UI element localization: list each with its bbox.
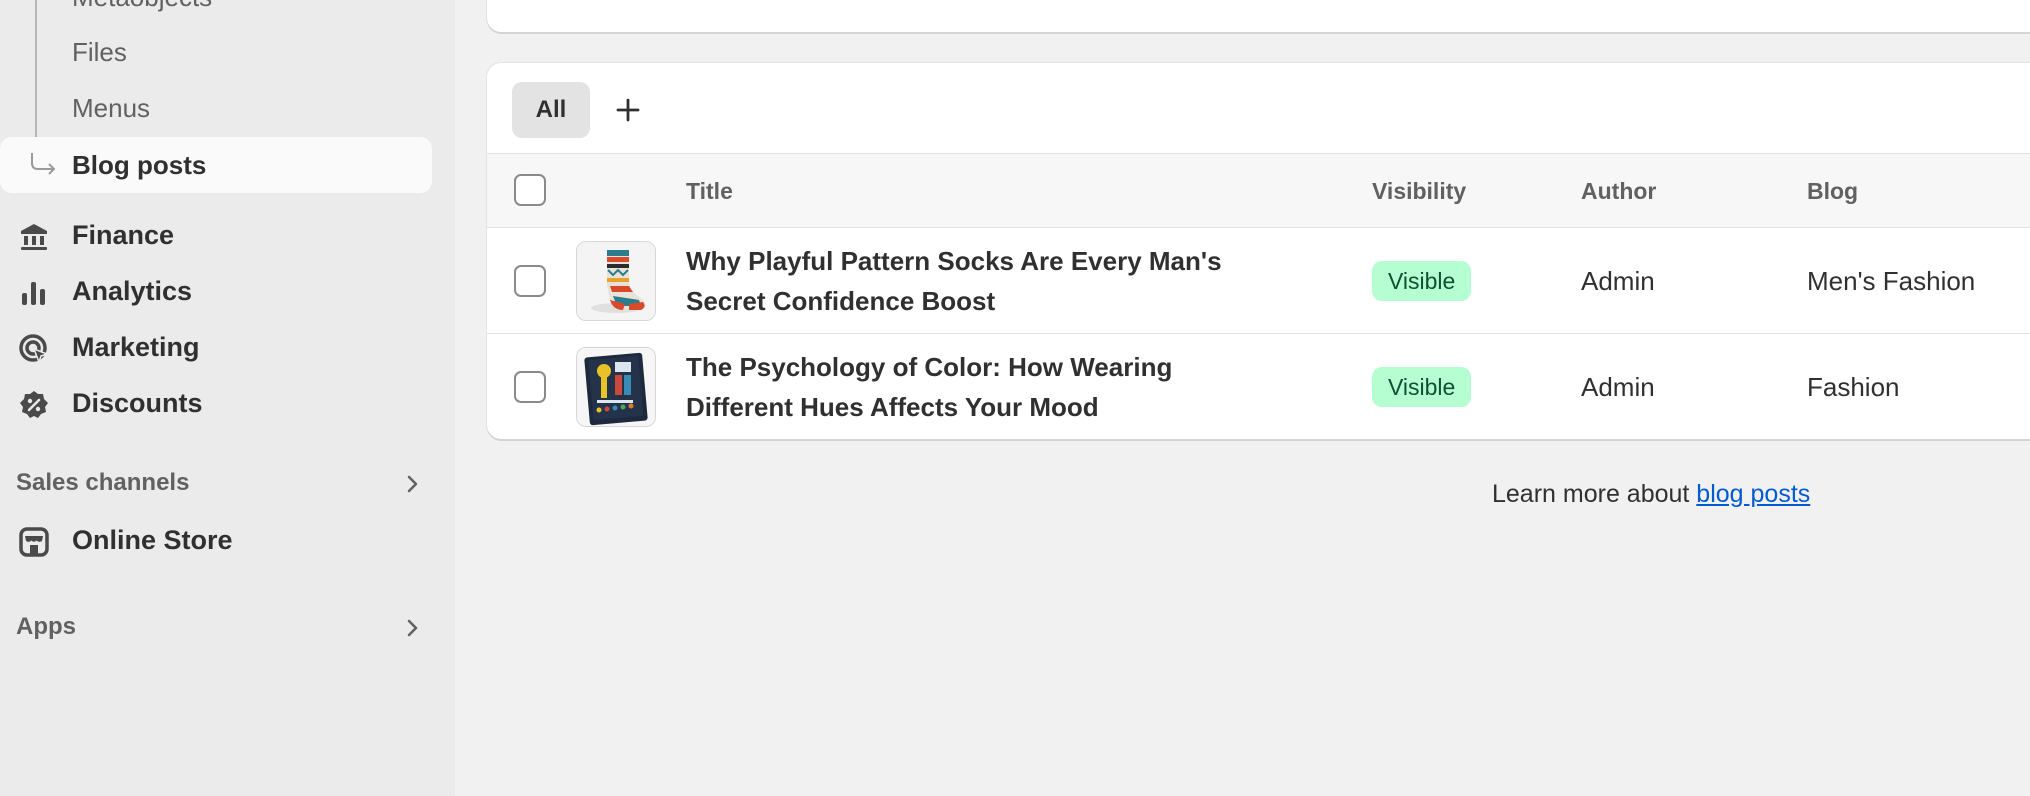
sidebar-item-finance[interactable]: Finance — [0, 209, 432, 261]
sidebar-item-metaobjects[interactable]: Metaobjects — [72, 0, 212, 13]
sidebar-item-discounts[interactable]: Discounts — [0, 377, 432, 429]
chevron-right-icon[interactable] — [400, 472, 424, 496]
visibility-badge: Visible — [1372, 367, 1472, 407]
author-cell: Admin — [1581, 266, 1655, 296]
sidebar-item-marketing[interactable]: Marketing — [0, 321, 432, 373]
section-label: Sales channels — [16, 469, 190, 496]
apps-header[interactable]: Apps — [0, 608, 432, 648]
bank-icon — [21, 224, 47, 250]
sidebar-item-label: Finance — [72, 220, 175, 250]
sidebar-item-label: Online Store — [72, 525, 233, 555]
row-checkbox[interactable] — [514, 371, 546, 403]
blog-cell: Fashion — [1807, 372, 1900, 402]
subitem-arrow-icon — [31, 153, 56, 175]
select-all-checkbox[interactable] — [514, 174, 546, 206]
target-icon — [19, 334, 50, 365]
sidebar-item-menus[interactable]: Menus — [72, 92, 150, 124]
table-row[interactable]: The Psychology of Color: How Wearing Dif… — [487, 334, 2030, 439]
top-card — [487, 0, 2030, 32]
author-cell: Admin — [1581, 372, 1655, 402]
sidebar-item-label: Blog posts — [72, 150, 207, 180]
sidebar-item-label: Marketing — [72, 332, 200, 362]
blog-cell: Men's Fashion — [1807, 266, 1976, 296]
column-header-title[interactable]: Title — [686, 176, 733, 206]
chevron-right-icon[interactable] — [400, 616, 424, 640]
app-root: Metaobjects Files Menus Blog posts Finan… — [0, 0, 2030, 796]
sidebar-item-blog-posts[interactable]: Blog posts — [0, 137, 432, 193]
color-book-thumbnail — [576, 347, 656, 427]
table-header: Title Visibility Author Blog — [487, 153, 2030, 228]
sidebar: Metaobjects Files Menus Blog posts Finan… — [0, 0, 455, 796]
learn-more-prefix: Learn more about — [1492, 480, 1697, 508]
sidebar-item-online-store[interactable]: Online Store — [0, 514, 432, 566]
view-tabs: All — [487, 63, 2030, 153]
blog-posts-help-link[interactable]: blog posts — [1696, 480, 1810, 508]
row-checkbox[interactable] — [514, 265, 546, 297]
sidebar-item-analytics[interactable]: Analytics — [0, 265, 432, 317]
post-title[interactable]: The Psychology of Color: How Wearing Dif… — [686, 347, 1246, 427]
table-row[interactable]: Why Playful Pattern Socks Are Every Man'… — [487, 228, 2030, 334]
sidebar-item-label: Discounts — [72, 388, 203, 418]
column-header-visibility[interactable]: Visibility — [1372, 176, 1466, 206]
blog-posts-table-card: All Title Visibility Author Blog Why Pla… — [487, 63, 2030, 439]
column-header-author[interactable]: Author — [1581, 176, 1656, 206]
sock-image — [577, 242, 655, 320]
discount-badge-icon — [20, 391, 48, 418]
learn-more-text: Learn more about blog posts — [1492, 477, 1810, 511]
sales-channels-header[interactable]: Sales channels — [0, 464, 432, 504]
section-label: Apps — [16, 613, 76, 640]
sidebar-item-label: Analytics — [72, 276, 193, 306]
book-image — [577, 348, 655, 426]
plus-icon[interactable] — [604, 86, 652, 134]
bar-chart-icon — [22, 282, 45, 305]
visibility-badge: Visible — [1372, 261, 1472, 301]
post-title[interactable]: Why Playful Pattern Socks Are Every Man'… — [686, 241, 1246, 321]
column-header-blog[interactable]: Blog — [1807, 176, 1858, 206]
tab-all[interactable]: All — [512, 82, 590, 138]
sidebar-item-files[interactable]: Files — [72, 36, 127, 68]
patterned-sock-thumbnail — [576, 241, 656, 321]
store-icon — [19, 527, 49, 557]
